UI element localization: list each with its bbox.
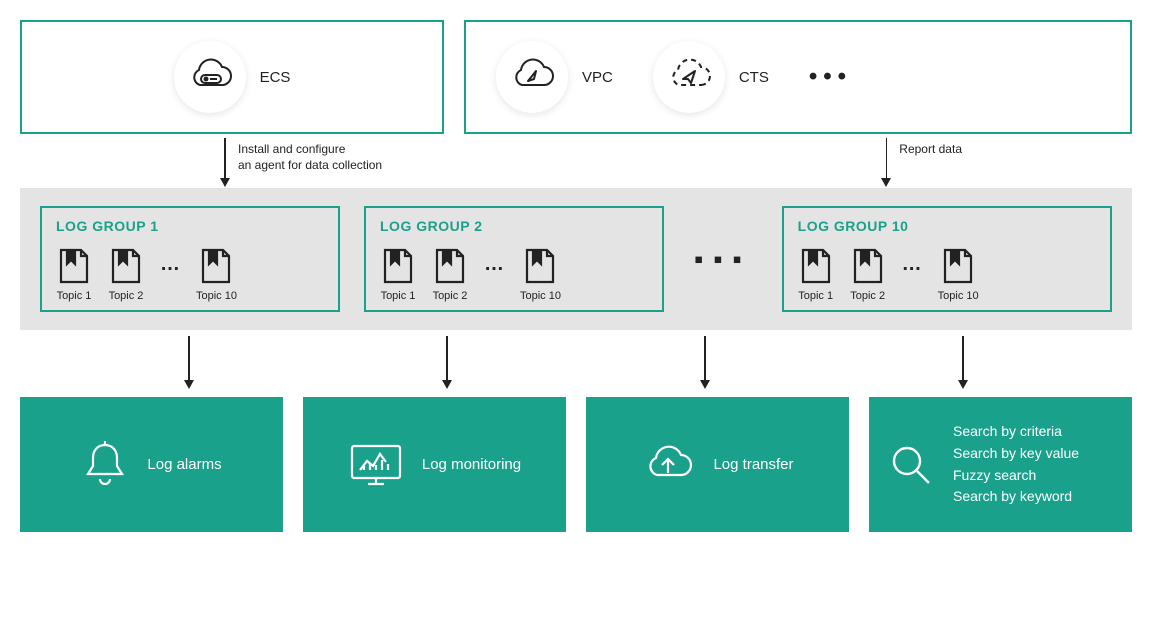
arrow-report: Report data: [881, 138, 962, 188]
topic-item: Topic 2: [432, 244, 468, 302]
search-option: Search by keyword: [953, 486, 1079, 508]
cts-label: CTS: [739, 69, 769, 86]
arrow-down: [958, 336, 968, 389]
topic-label: Topic 1: [57, 290, 92, 302]
log-groups-band: LOG GROUP 1 Topic 1 Topic 2 … Topic 10 L…: [20, 188, 1132, 330]
topic-item: Topic 10: [520, 244, 561, 302]
topic-item: Topic 2: [850, 244, 886, 302]
arrow-down: [700, 336, 710, 389]
bookmark-file-icon: [198, 244, 234, 286]
bell-icon: [81, 439, 129, 491]
vpc-label: VPC: [582, 69, 613, 86]
topics-ellipsis: …: [160, 253, 180, 276]
topic-label: Topic 10: [938, 290, 979, 302]
bookmark-file-icon: [798, 244, 834, 286]
capabilities-row: Log alarms Log monitoring Log transfer S…: [20, 397, 1132, 532]
topic-item: Topic 10: [938, 244, 979, 302]
ecs-item: ECS: [174, 41, 291, 113]
log-group-1: LOG GROUP 1 Topic 1 Topic 2 … Topic 10: [40, 206, 340, 312]
more-services-ellipsis: •••: [809, 63, 852, 91]
search-option: Search by key value: [953, 443, 1079, 465]
topic-item: Topic 1: [798, 244, 834, 302]
arrow-down: [184, 336, 194, 389]
topics-ellipsis: …: [902, 253, 922, 276]
log-groups-ellipsis: ▪▪▪: [688, 244, 758, 275]
log-group-10-title: LOG GROUP 10: [798, 218, 1096, 234]
topic-item: Topic 1: [56, 244, 92, 302]
sources-row: ECS VPC CTS •••: [20, 20, 1132, 134]
search-option: Fuzzy search: [953, 465, 1079, 487]
topic-label: Topic 2: [850, 290, 885, 302]
arrow-install: Install and configure an agent for data …: [220, 138, 382, 188]
topic-label: Topic 10: [520, 290, 561, 302]
arrows-bottom: [20, 330, 1132, 397]
topic-label: Topic 1: [798, 290, 833, 302]
arrow-install-label: Install and configure an agent for data …: [238, 138, 382, 173]
cloud-upload-icon: [641, 443, 695, 487]
source-box-services: VPC CTS •••: [464, 20, 1132, 134]
bookmark-file-icon: [56, 244, 92, 286]
topic-label: Topic 2: [109, 290, 144, 302]
bookmark-file-icon: [432, 244, 468, 286]
log-group-2: LOG GROUP 2 Topic 1 Topic 2 … Topic 10: [364, 206, 664, 312]
bookmark-file-icon: [940, 244, 976, 286]
bookmark-file-icon: [522, 244, 558, 286]
topic-item: Topic 10: [196, 244, 237, 302]
log-alarms-label: Log alarms: [147, 456, 221, 473]
log-monitoring-box: Log monitoring: [303, 397, 566, 532]
log-group-10: LOG GROUP 10 Topic 1 Topic 2 … Topic 10: [782, 206, 1112, 312]
ecs-label: ECS: [260, 69, 291, 86]
arrows-top: Install and configure an agent for data …: [20, 134, 1132, 188]
topics-ellipsis: …: [484, 253, 504, 276]
topic-item: Topic 2: [108, 244, 144, 302]
magnifier-icon: [887, 441, 935, 489]
cloud-server-icon: [174, 41, 246, 113]
topic-label: Topic 2: [433, 290, 468, 302]
log-monitoring-label: Log monitoring: [422, 456, 521, 473]
topic-item: Topic 1: [380, 244, 416, 302]
vpc-item: VPC: [496, 41, 613, 113]
search-option: Search by criteria: [953, 421, 1079, 443]
log-transfer-label: Log transfer: [713, 456, 793, 473]
source-box-ecs: ECS: [20, 20, 444, 134]
bookmark-file-icon: [850, 244, 886, 286]
topic-label: Topic 1: [381, 290, 416, 302]
log-group-1-title: LOG GROUP 1: [56, 218, 324, 234]
cloud-send-icon: [653, 41, 725, 113]
cloud-compass-icon: [496, 41, 568, 113]
cts-item: CTS: [653, 41, 769, 113]
arrow-report-label: Report data: [899, 138, 962, 158]
bookmark-file-icon: [380, 244, 416, 286]
topic-label: Topic 10: [196, 290, 237, 302]
log-alarms-box: Log alarms: [20, 397, 283, 532]
log-transfer-box: Log transfer: [586, 397, 849, 532]
search-options: Search by criteria Search by key value F…: [953, 421, 1079, 508]
monitor-chart-icon: [348, 440, 404, 490]
arrow-down: [442, 336, 452, 389]
log-group-2-title: LOG GROUP 2: [380, 218, 648, 234]
bookmark-file-icon: [108, 244, 144, 286]
log-search-box: Search by criteria Search by key value F…: [869, 397, 1132, 532]
